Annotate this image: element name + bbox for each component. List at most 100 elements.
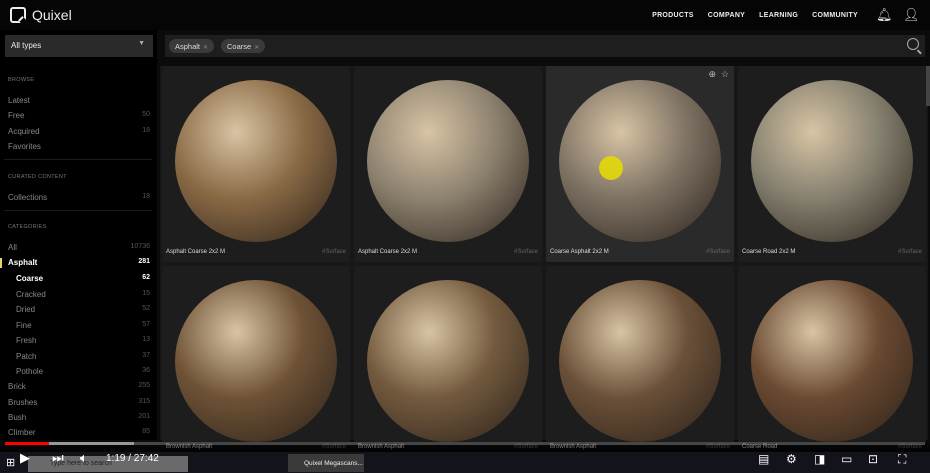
- nav-company[interactable]: COMPANY: [708, 12, 745, 19]
- sidebar-item-acquired[interactable]: Acquired 18: [8, 127, 150, 136]
- asset-tile[interactable]: Brownish Asphalt#Surface: [162, 266, 350, 450]
- asset-tile[interactable]: Asphalt Coarse 2x2 M #Surface: [162, 66, 350, 262]
- close-icon[interactable]: ✕: [203, 45, 208, 51]
- sidebar-item-bush[interactable]: Bush 201: [8, 413, 150, 422]
- sidebar-item-dried[interactable]: Dried 52: [16, 305, 150, 314]
- next-icon[interactable]: ⏭︎: [52, 450, 64, 466]
- sidebar-item-climber[interactable]: Climber 85: [8, 428, 150, 437]
- label: Acquired: [8, 127, 40, 136]
- sidebar-item-asphalt[interactable]: Asphalt 281: [8, 258, 150, 267]
- label: Latest: [8, 96, 30, 105]
- miniplayer-icon[interactable]: ◨: [814, 452, 825, 466]
- sidebar-item-cracked[interactable]: Cracked 15: [16, 290, 150, 299]
- count: 62: [142, 274, 150, 281]
- asset-tile[interactable]: Brownish Asphalt#Surface: [546, 266, 734, 450]
- play-icon[interactable]: ▶: [20, 450, 30, 466]
- cast-icon[interactable]: ⊡: [868, 452, 878, 466]
- browse-heading: BROWSE: [8, 77, 35, 83]
- subtitles-icon[interactable]: ▤: [758, 452, 769, 466]
- divider: [4, 159, 152, 160]
- cursor-highlight: [599, 156, 623, 180]
- count: 52: [142, 305, 150, 312]
- bell-icon[interactable]: 🔔︎: [876, 7, 893, 23]
- gear-icon[interactable]: ⚙: [786, 452, 797, 466]
- count: 18: [142, 127, 150, 134]
- count: 281: [138, 258, 150, 265]
- sidebar-item-brick[interactable]: Brick 255: [8, 382, 150, 391]
- label: Bush: [8, 413, 27, 422]
- favorite-star-icon[interactable]: ☆: [721, 69, 729, 80]
- label: Brick: [8, 382, 26, 391]
- count: 36: [142, 367, 150, 374]
- asset-tag[interactable]: #Surface: [322, 249, 346, 255]
- sidebar: All types ▼ BROWSE Latest Free 50 Acquired…: [0, 30, 157, 440]
- material-sphere-preview: [751, 80, 913, 242]
- asset-name: Coarse Road 2x2 M: [742, 249, 796, 255]
- label: Favorites: [8, 142, 41, 151]
- label: Cracked: [16, 290, 46, 299]
- label: Pothole: [16, 367, 44, 376]
- count: 15: [142, 290, 150, 297]
- progress-bar[interactable]: [5, 442, 925, 445]
- material-sphere-preview: [751, 280, 913, 442]
- windows-start-icon[interactable]: ⊞: [6, 456, 15, 469]
- label: Fine: [16, 321, 32, 330]
- sidebar-item-fine[interactable]: Fine 57: [16, 321, 150, 330]
- scrollbar[interactable]: [926, 66, 930, 106]
- nav-community[interactable]: COMMUNITY: [812, 12, 858, 19]
- categories-heading: CATEGORIES: [8, 224, 47, 230]
- material-sphere-preview: [367, 280, 529, 442]
- type-select[interactable]: All types ▼: [5, 35, 153, 57]
- download-icon[interactable]: ⊕: [708, 69, 716, 80]
- quixel-logo[interactable]: Quixel: [10, 7, 72, 23]
- sidebar-item-patch[interactable]: Patch 37: [16, 352, 150, 361]
- asset-tag[interactable]: #Surface: [898, 249, 922, 255]
- close-icon[interactable]: ✕: [254, 45, 259, 51]
- sidebar-item-collections[interactable]: Collections 18: [8, 193, 150, 202]
- asset-tag[interactable]: #Surface: [706, 249, 730, 255]
- sidebar-item-favorites[interactable]: Favorites: [8, 142, 150, 151]
- count: 255: [138, 382, 150, 389]
- sidebar-item-coarse[interactable]: Coarse 62: [16, 274, 150, 283]
- theater-icon[interactable]: ▭: [841, 452, 852, 466]
- volume-icon[interactable]: 🔈︎: [80, 450, 88, 466]
- label: Asphalt: [8, 258, 38, 267]
- type-select-value: All types: [11, 41, 42, 50]
- count: 37: [142, 352, 150, 359]
- curated-heading: CURATED CONTENT: [8, 174, 67, 180]
- asset-name: Asphalt Coarse 2x2 M: [358, 249, 418, 255]
- sidebar-item-brushes[interactable]: Brushes 315: [8, 398, 150, 407]
- asset-tile[interactable]: Brownish Asphalt#Surface: [354, 266, 542, 450]
- sidebar-item-pothole[interactable]: Pothole 36: [16, 367, 150, 376]
- asset-tile[interactable]: Asphalt Coarse 2x2 M #Surface: [354, 66, 542, 262]
- material-sphere-preview: [175, 80, 337, 242]
- asset-tile[interactable]: Coarse Road#Surface: [738, 266, 926, 450]
- count: 201: [138, 413, 150, 420]
- material-sphere-preview: [175, 280, 337, 442]
- sidebar-item-fresh[interactable]: Fresh 13: [16, 336, 150, 345]
- active-indicator: [0, 258, 2, 268]
- sidebar-item-latest[interactable]: Latest: [8, 96, 150, 105]
- asset-tag[interactable]: #Surface: [514, 249, 538, 255]
- search-bar[interactable]: Asphalt ✕ Coarse ✕: [165, 35, 925, 57]
- fullscreen-icon[interactable]: ⛶: [898, 452, 906, 467]
- asset-tile[interactable]: Coarse Asphalt 2x2 M #Surface ⊕ ☆: [546, 66, 734, 262]
- material-sphere-preview: [367, 80, 529, 242]
- filter-chip-asphalt[interactable]: Asphalt ✕: [169, 39, 215, 53]
- taskbar-chrome[interactable]: Quixel Megascans...: [288, 454, 364, 472]
- chevron-down-icon: ▼: [138, 40, 145, 47]
- search-icon[interactable]: [907, 38, 919, 50]
- asset-name: Asphalt Coarse 2x2 M: [166, 249, 226, 255]
- nav-products[interactable]: PRODUCTS: [652, 12, 694, 19]
- user-icon[interactable]: 👤︎: [903, 7, 920, 23]
- nav-learning[interactable]: LEARNING: [759, 12, 798, 19]
- asset-tile[interactable]: Coarse Road 2x2 M #Surface: [738, 66, 926, 262]
- filter-chip-coarse[interactable]: Coarse ✕: [221, 39, 266, 53]
- brand-name: Quixel: [32, 7, 72, 23]
- sidebar-item-all[interactable]: All 10736: [8, 243, 150, 252]
- count: 13: [142, 336, 150, 343]
- sidebar-item-free[interactable]: Free 50: [8, 111, 150, 120]
- played-bar: [5, 442, 50, 445]
- count: 18: [142, 193, 150, 200]
- material-sphere-preview: [559, 280, 721, 442]
